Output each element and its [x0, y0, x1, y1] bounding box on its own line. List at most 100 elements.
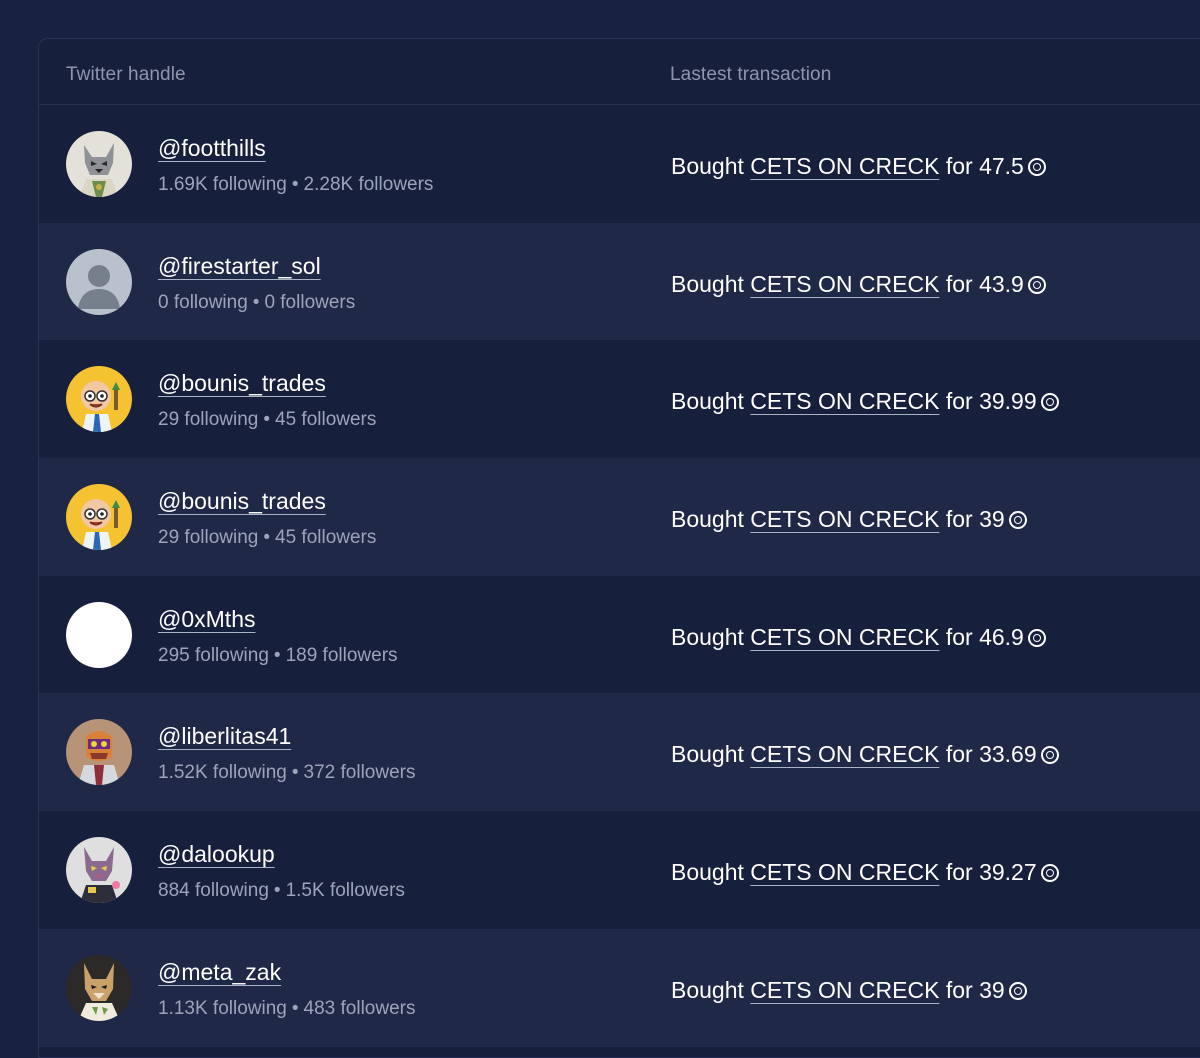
robot-avatar[interactable] — [66, 719, 132, 786]
tx-for: for — [945, 859, 973, 886]
fox-avatar[interactable] — [66, 954, 132, 1021]
follow-stats: 884 following • 1.5K followers — [158, 880, 405, 902]
following-count: 295 following — [158, 644, 269, 666]
follow-stats: 1.52K following • 372 followers — [158, 762, 415, 784]
tx-for: for — [945, 976, 973, 1003]
tx-for: for — [945, 623, 973, 650]
tx-action: Bought — [671, 153, 744, 179]
following-count: 884 following — [158, 880, 269, 902]
tx-for: for — [945, 741, 973, 768]
tx-for: for — [945, 388, 973, 415]
stats-separator: • — [291, 762, 299, 784]
tx-amount: 47.5 — [979, 153, 1024, 179]
twitter-handle-link[interactable]: @dalookup — [158, 841, 275, 868]
stats-separator: • — [263, 409, 270, 431]
column-header-handle: Twitter handle — [66, 64, 186, 85]
tx-for: for — [945, 270, 973, 297]
twitter-handle-link[interactable]: @footthills — [158, 135, 266, 162]
table-row[interactable]: @liberlitas41 1.52K following • 372 followe… — [39, 693, 1200, 812]
table-row[interactable]: @bounis_trades 29 following • 45 followers B… — [39, 458, 1200, 576]
tx-for: for — [945, 153, 973, 179]
tx-amount: 39.27 — [979, 859, 1037, 886]
stats-separator: • — [291, 997, 299, 1019]
stats-separator: • — [273, 644, 281, 666]
currency-coin-icon — [1027, 275, 1046, 294]
followers-count: 189 followers — [285, 644, 398, 666]
table-row[interactable]: @0xMths 295 following • 189 followers Bought… — [39, 576, 1200, 694]
cartoon-trader-avatar[interactable] — [66, 366, 132, 433]
stats-separator: • — [263, 527, 270, 549]
following-count: 1.13K following — [158, 997, 287, 1019]
currency-coin-icon — [1040, 864, 1059, 883]
followers-count: 45 followers — [275, 409, 377, 431]
follow-stats: 29 following • 45 followers — [158, 527, 376, 549]
following-count: 29 following — [158, 527, 259, 549]
tx-action: Bought — [671, 976, 744, 1003]
tx-amount: 39.99 — [979, 388, 1037, 415]
tx-action: Bought — [671, 388, 744, 415]
table-body: @footthills 1.69K following • 2.28K followe… — [39, 105, 1200, 1047]
token-link[interactable]: CETS ON CRECK — [750, 977, 939, 1003]
latest-transaction: Bought CETS ON CRECK for 43.9 — [671, 271, 1046, 298]
default-user-avatar[interactable] — [66, 248, 132, 315]
token-link[interactable]: CETS ON CRECK — [750, 859, 939, 885]
tx-action: Bought — [671, 741, 744, 768]
twitter-handle-link[interactable]: @meta_zak — [158, 959, 281, 986]
tx-action: Bought — [671, 506, 744, 533]
twitter-handle-link[interactable]: @bounis_trades — [158, 370, 326, 397]
followers-count: 1.5K followers — [285, 880, 405, 902]
follow-stats: 295 following • 189 followers — [158, 645, 398, 667]
follow-stats: 1.69K following • 2.28K followers — [158, 174, 433, 196]
token-link[interactable]: CETS ON CRECK — [750, 506, 939, 532]
following-count: 1.69K following — [158, 174, 287, 195]
twitter-handle-link[interactable]: @bounis_trades — [158, 488, 326, 515]
latest-transaction: Bought CETS ON CRECK for 46.9 — [671, 624, 1046, 651]
currency-coin-icon — [1040, 746, 1059, 765]
followers-count: 0 followers — [264, 291, 356, 313]
tx-amount: 39 — [979, 976, 1005, 1003]
currency-coin-icon — [1040, 393, 1059, 412]
twitter-handle-link[interactable]: @firestarter_sol — [158, 253, 321, 280]
token-link[interactable]: CETS ON CRECK — [750, 388, 939, 414]
cartoon-trader-avatar[interactable] — [66, 484, 132, 551]
tx-amount: 46.9 — [979, 623, 1024, 650]
following-count: 0 following — [158, 291, 248, 313]
latest-transaction: Bought CETS ON CRECK for 39 — [671, 506, 1027, 533]
table-row[interactable]: @dalookup 884 following • 1.5K followers Bou… — [39, 811, 1200, 929]
table-row[interactable]: @meta_zak 1.13K following • 483 followers Bo… — [39, 928, 1200, 1047]
following-count: 1.52K following — [158, 762, 287, 784]
twitter-handle-link[interactable]: @0xMths — [158, 606, 255, 633]
token-link[interactable]: CETS ON CRECK — [750, 624, 939, 650]
token-link[interactable]: CETS ON CRECK — [750, 153, 939, 179]
following-count: 29 following — [158, 409, 259, 431]
latest-transaction: Bought CETS ON CRECK for 47.5 — [671, 153, 1046, 180]
follow-stats: 0 following • 0 followers — [158, 292, 355, 314]
table-row[interactable]: @bounis_trades 29 following • 45 followers B… — [39, 340, 1200, 458]
twitter-handle-link[interactable]: @liberlitas41 — [158, 723, 291, 750]
followers-count: 45 followers — [275, 527, 377, 549]
purple-cat-avatar[interactable] — [66, 837, 132, 904]
stats-separator: • — [291, 174, 299, 195]
token-link[interactable]: CETS ON CRECK — [750, 271, 939, 297]
table-row[interactable]: @firestarter_sol 0 following • 0 followers B… — [39, 222, 1200, 341]
followers-count: 372 followers — [303, 762, 416, 784]
currency-coin-icon — [1027, 628, 1046, 647]
stats-separator: • — [273, 880, 281, 902]
latest-transaction: Bought CETS ON CRECK for 39 — [671, 977, 1027, 1004]
follow-stats: 29 following • 45 followers — [158, 409, 376, 431]
tx-amount: 33.69 — [979, 741, 1037, 768]
blank-white-avatar[interactable] — [66, 601, 132, 668]
table-header: Twitter handle Lastest transaction — [39, 39, 1200, 105]
table-row[interactable]: @footthills 1.69K following • 2.28K followe… — [39, 105, 1200, 223]
token-link[interactable]: CETS ON CRECK — [750, 741, 939, 767]
tx-amount: 43.9 — [979, 270, 1024, 297]
transactions-table: Twitter handle Lastest transaction @foot… — [38, 38, 1200, 1058]
tx-action: Bought — [671, 623, 744, 650]
grey-wolf-avatar[interactable] — [66, 131, 132, 197]
currency-coin-icon — [1008, 981, 1027, 1000]
followers-count: 2.28K followers — [303, 174, 434, 195]
currency-coin-icon — [1027, 158, 1046, 176]
followers-count: 483 followers — [303, 997, 416, 1019]
currency-coin-icon — [1008, 511, 1027, 530]
latest-transaction: Bought CETS ON CRECK for 39.99 — [671, 388, 1059, 415]
